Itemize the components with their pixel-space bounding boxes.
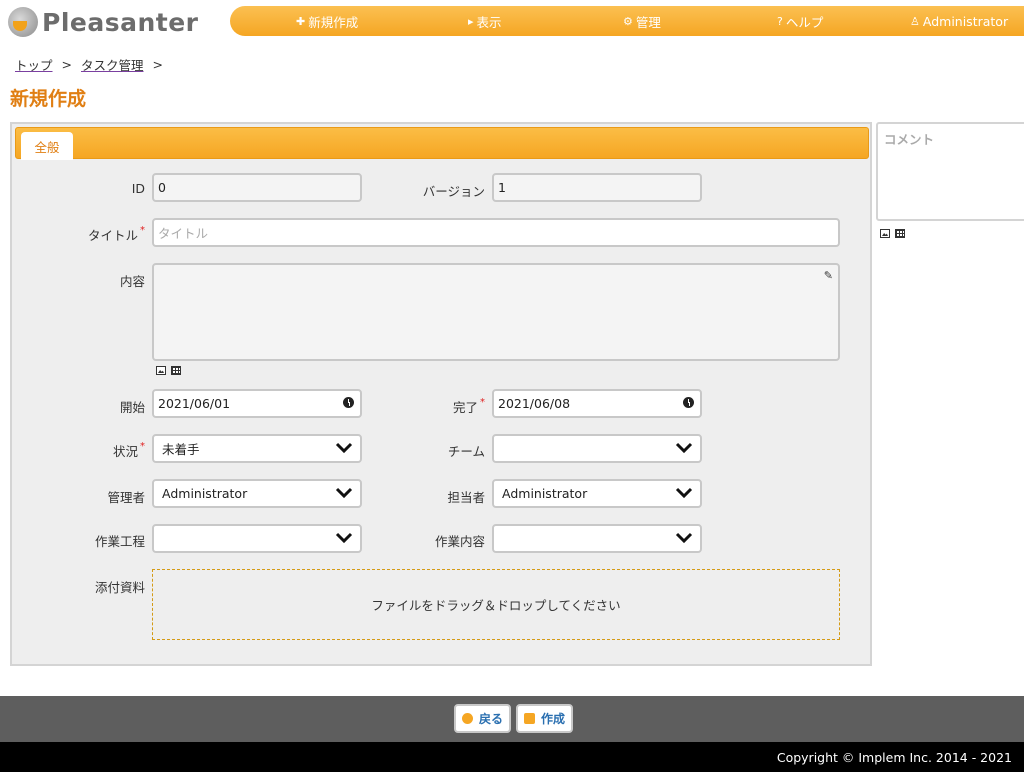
nav-manage-label: 管理 [635, 14, 661, 30]
back-button-label: 戻る [479, 712, 504, 726]
manager-label: 管理者 [107, 490, 145, 505]
tab-general[interactable]: 全般 [21, 132, 73, 160]
logo-text: Pleasanter [42, 7, 199, 37]
title-input[interactable]: タイトル [152, 218, 840, 247]
version-field: 1 [492, 173, 702, 202]
owner-select[interactable]: Administrator [492, 479, 702, 508]
copyright-text: Copyright © Implem Inc. 2014 - 2021 [776, 749, 1012, 765]
process-label: 作業工程 [94, 534, 145, 549]
image-upload-icon[interactable] [880, 229, 890, 238]
comment-placeholder: コメント [884, 132, 935, 147]
version-label: バージョン [422, 184, 485, 199]
breadcrumb-task-link[interactable]: タスク管理 [81, 55, 144, 74]
process-select[interactable] [152, 524, 362, 553]
breadcrumb: トップ > タスク管理 > [15, 55, 172, 74]
nav-help-button[interactable]: ? ヘルプ [777, 6, 823, 36]
copyright-footer: Copyright © Implem Inc. 2014 - 2021 [0, 742, 1024, 772]
clock-icon[interactable] [683, 397, 694, 408]
logo-icon [8, 7, 38, 37]
start-date-input[interactable]: 2021/06/01 [152, 389, 362, 418]
chevron-down-icon [335, 442, 353, 454]
attachments-label: 添付資料 [94, 580, 145, 595]
start-label: 開始 [119, 400, 145, 415]
title-label: タイトル * [87, 225, 145, 243]
chevron-down-icon [335, 487, 353, 499]
owner-label: 担当者 [447, 490, 485, 505]
comment-tools [880, 229, 905, 238]
complete-date-input[interactable]: 2021/06/08 [492, 389, 702, 418]
gear-icon: ⚙ [623, 14, 633, 28]
top-navigation: ✚ 新規作成 ▸ 表示 ⚙ 管理 ? ヘルプ ♙ Administrator [230, 6, 1024, 36]
manager-value: Administrator [162, 486, 248, 501]
chevron-down-icon [675, 487, 693, 499]
pencil-icon[interactable]: ✎ [824, 269, 833, 282]
work-content-label: 作業内容 [434, 534, 485, 549]
tab-bar: 全般 [15, 127, 869, 160]
team-select[interactable] [492, 434, 702, 463]
nav-view-label: 表示 [476, 14, 502, 30]
status-label: 状況 * [112, 441, 145, 459]
action-bar: 戻る 作成 [0, 696, 1024, 742]
nav-user-label: Administrator [922, 13, 1009, 29]
table-icon[interactable] [895, 229, 905, 238]
user-icon: ♙ [910, 14, 920, 28]
question-icon: ? [777, 14, 783, 28]
breadcrumb-separator: > [61, 57, 72, 72]
status-select[interactable]: 未着手 [152, 434, 362, 463]
breadcrumb-separator: > [152, 57, 163, 72]
nav-new-label: 新規作成 [308, 14, 359, 30]
body-textarea[interactable]: ✎ [152, 263, 840, 361]
breadcrumb-top-link[interactable]: トップ [15, 55, 53, 74]
complete-label: 完了 * [452, 397, 485, 415]
id-field: 0 [152, 173, 362, 202]
image-upload-icon[interactable] [156, 366, 166, 375]
body-label: 内容 [119, 274, 145, 289]
back-button[interactable]: 戻る [454, 704, 512, 733]
save-icon [524, 713, 535, 724]
logo[interactable]: Pleasanter [8, 6, 199, 38]
nav-manage-button[interactable]: ⚙ 管理 [623, 6, 661, 36]
comment-input[interactable]: コメント [876, 122, 1024, 221]
plus-icon: ✚ [296, 14, 306, 28]
team-label: チーム [447, 444, 485, 459]
complete-date-value: 2021/06/08 [498, 396, 571, 411]
file-dropzone[interactable]: ファイルをドラッグ＆ドロップしてください [152, 569, 840, 640]
nav-help-label: ヘルプ [785, 14, 824, 30]
dropzone-text: ファイルをドラッグ＆ドロップしてください [371, 598, 621, 613]
back-arrow-icon [462, 713, 473, 724]
nav-user-button[interactable]: ♙ Administrator [910, 6, 1008, 36]
id-label: ID [131, 181, 145, 196]
status-value: 未着手 [162, 442, 200, 457]
nav-view-button[interactable]: ▸ 表示 [468, 6, 502, 36]
manager-select[interactable]: Administrator [152, 479, 362, 508]
start-date-value: 2021/06/01 [158, 396, 231, 411]
nav-new-button[interactable]: ✚ 新規作成 [296, 6, 358, 36]
caret-right-icon: ▸ [468, 14, 474, 28]
owner-value: Administrator [502, 486, 588, 501]
chevron-down-icon [335, 532, 353, 544]
chevron-down-icon [675, 532, 693, 544]
table-icon[interactable] [171, 366, 181, 375]
create-button-label: 作成 [541, 712, 566, 726]
editor-panel: 全般 ID 0 バージョン 1 タイトル * タイトル 内容 ✎ 開始 2021/… [10, 122, 872, 666]
chevron-down-icon [675, 442, 693, 454]
body-tools [156, 366, 181, 375]
create-button[interactable]: 作成 [516, 704, 574, 733]
work-content-select[interactable] [492, 524, 702, 553]
title-placeholder: タイトル [158, 226, 209, 241]
page-title: 新規作成 [10, 88, 87, 110]
